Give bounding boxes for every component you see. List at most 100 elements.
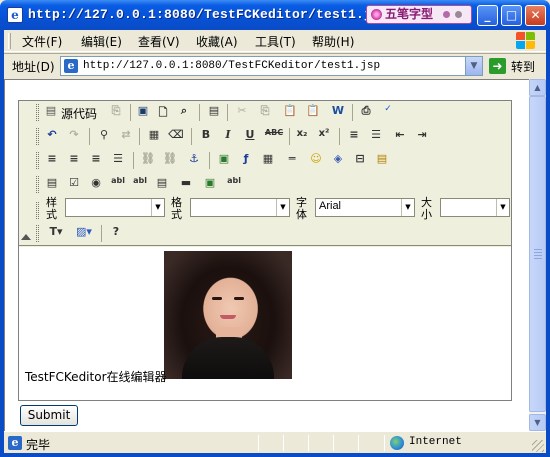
remove-format-icon[interactable]: ⌫: [167, 128, 185, 146]
status-divider: [283, 435, 284, 451]
chevron-down-icon[interactable]: ▼: [276, 199, 289, 216]
address-dropdown-icon[interactable]: ▼: [465, 57, 482, 75]
link-icon[interactable]: ⛓: [139, 152, 157, 170]
select-all-icon[interactable]: ▦: [145, 128, 163, 146]
hidden-field-icon[interactable]: abl: [225, 176, 243, 194]
form-icon[interactable]: ▤: [43, 176, 61, 194]
toolbar-separator: [101, 225, 102, 242]
scroll-down-icon[interactable]: ▼: [529, 414, 546, 431]
resize-grip-icon[interactable]: [532, 440, 544, 452]
checkbox-icon[interactable]: ☑: [65, 176, 83, 194]
format-select[interactable]: ▼: [190, 198, 290, 217]
ime-indicator[interactable]: 五笔字型: [366, 5, 472, 24]
doc-props-icon[interactable]: ⎘: [107, 104, 125, 122]
universal-key-icon[interactable]: ▤: [373, 152, 391, 170]
menu-edit[interactable]: 编辑(E): [81, 33, 122, 50]
preview-icon[interactable]: ⌕: [175, 104, 193, 122]
align-right-icon[interactable]: ≡: [87, 152, 105, 170]
bold-button[interactable]: B: [197, 128, 215, 146]
button-field-icon[interactable]: ▬: [177, 176, 195, 194]
toolbar-grip: [36, 202, 39, 219]
save-icon[interactable]: ▣: [134, 104, 152, 122]
spellcheck-icon[interactable]: ✓: [379, 104, 397, 122]
replace-icon[interactable]: ⇄: [117, 128, 135, 146]
subscript-button[interactable]: x₂: [293, 128, 311, 146]
menu-bar: 文件(F) 编辑(E) 查看(V) 收藏(A) 工具(T) 帮助(H): [4, 30, 546, 52]
unordered-list-icon[interactable]: ☰: [367, 128, 385, 146]
horizontal-rule-icon[interactable]: ═: [283, 152, 301, 170]
select-field-icon[interactable]: ▤: [153, 176, 171, 194]
paste-word-icon[interactable]: W: [329, 104, 347, 122]
indent-icon[interactable]: ⇥: [413, 128, 431, 146]
submit-button[interactable]: Submit: [20, 405, 78, 426]
find-icon[interactable]: ⚲: [95, 128, 113, 146]
font-select[interactable]: Arial ▼: [315, 198, 415, 217]
superscript-button[interactable]: x²: [315, 128, 333, 146]
size-select[interactable]: ▼: [440, 198, 510, 217]
ordered-list-icon[interactable]: ≡: [345, 128, 363, 146]
menu-grip[interactable]: [8, 33, 11, 49]
smiley-icon[interactable]: ☺: [307, 152, 325, 170]
align-justify-icon[interactable]: ☰: [109, 152, 127, 170]
underline-button[interactable]: U: [241, 128, 259, 146]
copy-icon[interactable]: ⎘: [256, 104, 274, 122]
scroll-up-icon[interactable]: ▲: [529, 79, 546, 96]
menu-view[interactable]: 查看(V): [138, 33, 180, 50]
address-input[interactable]: e http://127.0.0.1:8080/TestFCKeditor/te…: [60, 56, 483, 76]
size-label: 大小: [421, 196, 432, 221]
close-button[interactable]: ✕: [525, 5, 546, 26]
undo-icon[interactable]: ↶: [43, 128, 61, 146]
cut-icon[interactable]: ✂: [233, 104, 251, 122]
windows-logo-icon: [516, 32, 536, 50]
outdent-icon[interactable]: ⇤: [391, 128, 409, 146]
menu-tools[interactable]: 工具(T): [255, 33, 296, 50]
toolbar-separator: [199, 104, 200, 121]
align-left-icon[interactable]: ≡: [43, 152, 61, 170]
minimize-button[interactable]: _: [477, 5, 498, 26]
status-divider: [384, 435, 385, 451]
chevron-down-icon[interactable]: ▼: [401, 199, 414, 216]
maximize-button[interactable]: □: [501, 5, 522, 26]
align-center-icon[interactable]: ≡: [65, 152, 83, 170]
special-char-icon[interactable]: ◈: [329, 152, 347, 170]
page-break-icon[interactable]: ⊟: [351, 152, 369, 170]
collapse-toolbar-icon[interactable]: [21, 234, 31, 240]
textarea-icon[interactable]: abl: [131, 176, 149, 194]
style-select[interactable]: ▼: [65, 198, 165, 217]
paste-text-icon[interactable]: 📋: [304, 104, 322, 122]
text-color-icon[interactable]: T▾: [43, 225, 69, 243]
anchor-icon[interactable]: ⚓: [185, 152, 203, 170]
strikethrough-button[interactable]: ABC: [263, 128, 285, 146]
templates-icon[interactable]: ▤: [205, 104, 223, 122]
about-icon[interactable]: ?: [107, 225, 125, 243]
italic-button[interactable]: I: [219, 128, 237, 146]
window-frame-right: [546, 30, 550, 457]
textfield-icon[interactable]: abl: [109, 176, 127, 194]
go-button[interactable]: ➜ 转到: [489, 56, 544, 76]
scroll-thumb[interactable]: [529, 96, 546, 412]
image-icon[interactable]: ▣: [215, 152, 233, 170]
menu-file[interactable]: 文件(F): [22, 33, 62, 50]
window-frame-bottom: [0, 453, 550, 457]
table-icon[interactable]: ▦: [259, 152, 277, 170]
editor-content-area[interactable]: TestFCKeditor在线编辑器: [19, 247, 511, 400]
menu-favorites[interactable]: 收藏(A): [196, 33, 238, 50]
paste-icon[interactable]: 📋: [281, 104, 299, 122]
radio-icon[interactable]: ◉: [87, 176, 105, 194]
redo-icon[interactable]: ↷: [65, 128, 83, 146]
source-button[interactable]: 源代码: [61, 105, 97, 122]
status-text: 完毕: [26, 438, 51, 452]
toolbar-row: ▤ ☑ ◉ abl abl ▤ ▬ ▣ abl: [19, 173, 511, 197]
toolbar-row: 样式 ▼ 格式 ▼ 字体 Arial ▼ 大小 ▼: [19, 196, 511, 224]
bg-color-icon[interactable]: ▨▾: [71, 225, 97, 243]
menu-help[interactable]: 帮助(H): [312, 33, 354, 50]
chevron-down-icon[interactable]: ▼: [151, 199, 164, 216]
flash-icon[interactable]: ƒ: [237, 152, 255, 170]
image-button-icon[interactable]: ▣: [201, 176, 219, 194]
vertical-scrollbar[interactable]: ▲ ▼: [529, 79, 546, 431]
chevron-down-icon[interactable]: ▼: [496, 199, 509, 216]
unlink-icon[interactable]: ⛓: [161, 152, 179, 170]
new-page-icon[interactable]: 🗋: [154, 104, 172, 122]
status-divider: [258, 435, 259, 451]
print-icon[interactable]: ⎙: [357, 104, 375, 122]
